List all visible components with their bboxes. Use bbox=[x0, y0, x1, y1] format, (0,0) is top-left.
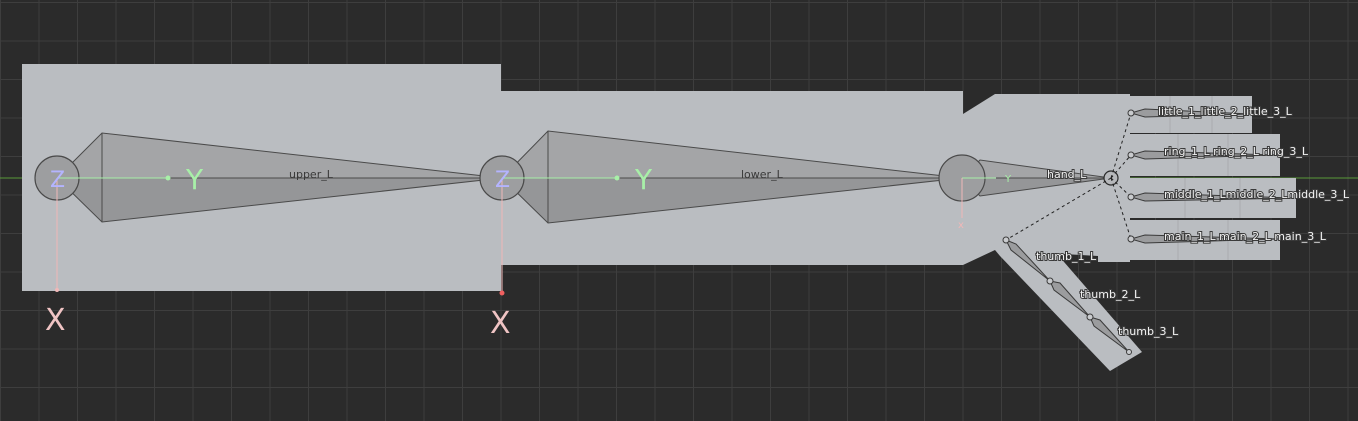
hand-x-letter: x bbox=[958, 220, 964, 231]
upper-x-letter: X bbox=[45, 303, 66, 338]
bone-label-ring: ring_1_L ring_2_L ring_3_L bbox=[1164, 145, 1309, 158]
lower-z-letter: Z bbox=[495, 168, 510, 193]
lower-y-axis-dot bbox=[614, 175, 620, 181]
bone-label-little: little_1_little_2_little_3_L bbox=[1158, 105, 1293, 118]
upper-z-letter: Z bbox=[50, 168, 65, 193]
lower-x-axis-dot bbox=[499, 290, 505, 296]
bone-label-thumb1: thumb_1_L bbox=[1036, 250, 1097, 263]
viewport-3d[interactable]: Y X Z upper_L Y X Z lower_L Y x hand_L l… bbox=[0, 0, 1358, 421]
lower-x-letter: X bbox=[490, 306, 511, 341]
lower-y-letter: Y bbox=[634, 163, 653, 196]
upper-y-letter: Y bbox=[185, 163, 204, 196]
bone-label-middle: middle_1_Lmiddle_2_Lmiddle_3_L bbox=[1164, 188, 1350, 201]
bone-label-main: main_1_L main_2_L main_3_L bbox=[1164, 230, 1327, 243]
upper-y-axis-dot bbox=[165, 175, 171, 181]
rig-canvas[interactable]: Y X Z upper_L Y X Z lower_L Y x hand_L l… bbox=[0, 0, 1358, 421]
bone-label-thumb3: thumb_3_L bbox=[1118, 325, 1179, 338]
bone-label-hand: hand_L bbox=[1047, 168, 1087, 181]
upper-x-axis-dot bbox=[55, 288, 59, 292]
bone-label-thumb2: thumb_2_L bbox=[1080, 288, 1141, 301]
bone-label-lower: lower_L bbox=[741, 168, 784, 181]
hand-y-letter: Y bbox=[1004, 174, 1012, 185]
bone-label-upper: upper_L bbox=[289, 168, 334, 181]
